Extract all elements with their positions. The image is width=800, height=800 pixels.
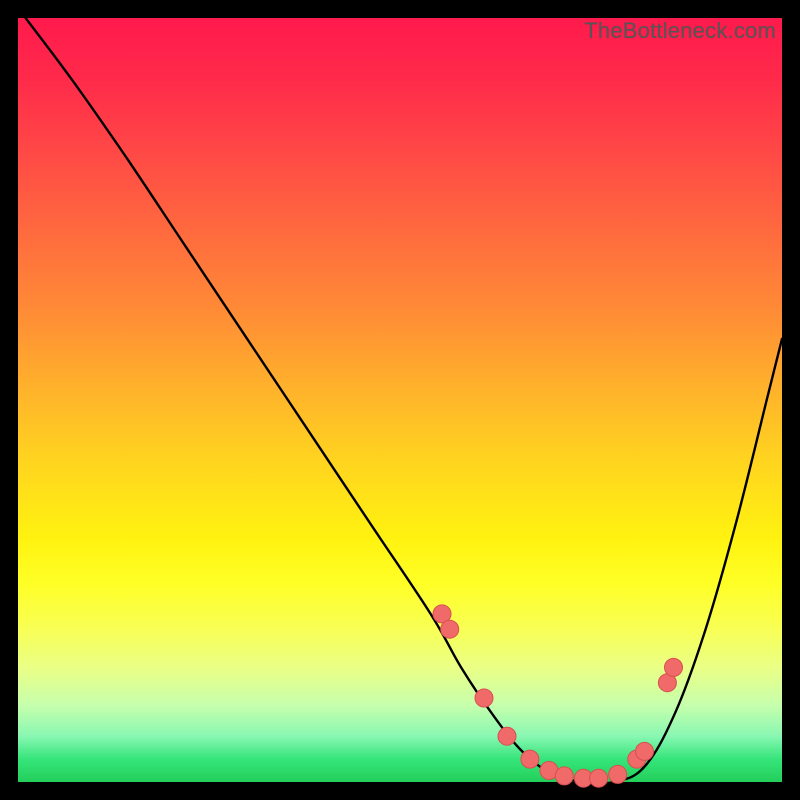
bottleneck-curve xyxy=(18,18,782,782)
curve-dot xyxy=(441,620,459,638)
curve-dot xyxy=(475,689,493,707)
curve-dot xyxy=(636,742,654,760)
curve-dot xyxy=(590,769,608,787)
curve-dot xyxy=(521,750,539,768)
curve-dots-group xyxy=(433,605,683,787)
curve-dot xyxy=(498,727,516,745)
curve-dot xyxy=(609,765,627,783)
curve-dot xyxy=(665,658,683,676)
curve-dot xyxy=(555,767,573,785)
chart-plot-area: TheBottleneck.com xyxy=(18,18,782,782)
